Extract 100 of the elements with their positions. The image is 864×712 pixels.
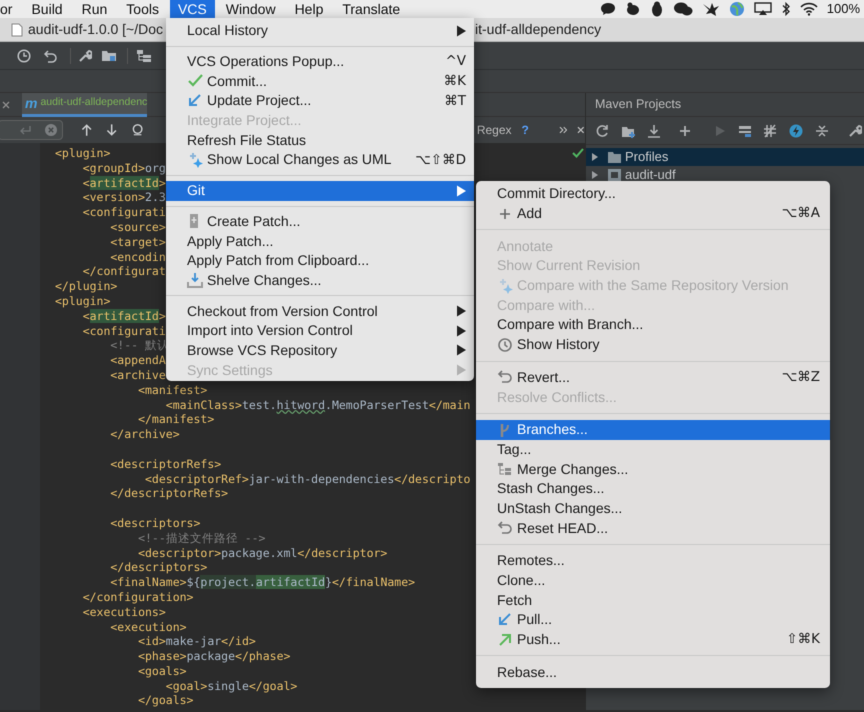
sparkle-icon — [497, 278, 513, 294]
code-line: <configurati — [82, 324, 166, 338]
expand-arrow-icon[interactable] — [591, 171, 599, 179]
menu-item[interactable]: Browse VCS Repository — [166, 340, 474, 360]
tray-download-icon — [187, 272, 203, 288]
undo-icon — [497, 369, 513, 386]
menu-bar-item[interactable]: Tools — [118, 0, 167, 18]
expand-arrow-icon[interactable] — [591, 153, 599, 161]
globe-icon — [728, 1, 745, 17]
menu-bar-item[interactable]: Window — [218, 0, 284, 18]
menu-bar-item[interactable]: VCS — [170, 0, 215, 18]
menu-item[interactable]: Revert... ⌥⌘Z — [476, 368, 830, 388]
code-line: <target> — [109, 234, 166, 250]
menu-item[interactable]: Show Local Changes as UML ⌥⇧⌘D — [166, 150, 474, 170]
menu-item[interactable]: Add ⌥⌘A — [476, 204, 830, 224]
menu-item[interactable]: Tag... — [476, 440, 830, 460]
download-icon[interactable] — [647, 124, 661, 138]
menu-item[interactable]: Create Patch... — [166, 212, 474, 232]
wrench-icon[interactable] — [78, 48, 92, 62]
menu-item[interactable]: Merge Changes... — [476, 459, 830, 479]
check-icon — [187, 73, 203, 90]
tree-item[interactable]: audit-udf — [586, 166, 864, 184]
menu-item[interactable]: Apply Patch... — [166, 231, 474, 251]
hierarchy-icon[interactable] — [136, 48, 152, 62]
submenu-arrow-icon — [456, 344, 466, 356]
search-field[interactable] — [0, 120, 63, 140]
code-line: <manifest> — [137, 382, 208, 398]
code-line: <mainClass>test.hitword.MemoParserTest</main — [164, 398, 470, 412]
menu-item[interactable]: Clone... — [476, 570, 830, 590]
plus-icon[interactable] — [678, 124, 692, 138]
sparkle-icon — [187, 152, 203, 168]
list-icon[interactable] — [738, 124, 752, 138]
menu-item[interactable]: Git — [166, 180, 474, 200]
file-icon — [11, 22, 23, 36]
airplay-icon — [754, 2, 772, 16]
lightning-circle-icon[interactable] — [789, 124, 803, 138]
code-line: <finalName>${project.artifactId}</finalName> — [109, 575, 416, 590]
menu-item[interactable]: Shelve Changes... — [166, 270, 474, 290]
menu-item[interactable]: Branches... — [476, 420, 830, 440]
menu-item[interactable]: Local History — [166, 21, 474, 41]
menu-bar-item[interactable]: Translate — [334, 0, 408, 18]
submenu-arrow-icon — [456, 184, 466, 197]
code-line: <id>make-jar</id> — [137, 634, 256, 650]
wrench-icon[interactable] — [848, 124, 862, 138]
undo-icon[interactable] — [44, 48, 58, 62]
code-line: <goal>single</goal> — [164, 678, 298, 694]
refresh-icon[interactable] — [595, 124, 609, 138]
submenu-arrow-icon — [456, 305, 466, 318]
menu-item[interactable]: Remotes... — [476, 551, 830, 571]
arrow-up-icon[interactable] — [80, 123, 92, 137]
menu-item[interactable]: Refresh File Status — [166, 130, 474, 150]
regex-option[interactable]: Regex — [476, 121, 512, 139]
menu-item[interactable]: Fetch — [476, 590, 830, 610]
menu-item[interactable]: Compare with Branch... — [476, 315, 830, 335]
menu-item[interactable]: Reset HEAD... — [476, 518, 830, 538]
menu-bar-item[interactable]: Help — [286, 0, 332, 18]
close-icon[interactable] — [2, 100, 10, 108]
collapse-icon[interactable] — [815, 124, 829, 138]
menu-item[interactable]: Commit Directory... — [476, 184, 830, 204]
menu-item[interactable]: UnStash Changes... — [476, 498, 830, 518]
menu-item[interactable]: Checkout from Version Control — [166, 301, 474, 321]
menu-item[interactable]: Import into Version Control — [166, 320, 474, 341]
filter-icon[interactable] — [130, 123, 144, 137]
code-line: <artifactId> — [82, 176, 166, 190]
window-title: it-udf-alldependency — [475, 20, 602, 39]
submenu-arrow-icon — [456, 364, 466, 376]
code-line: <descriptorRef>jar-with-dependencies</descripto — [144, 472, 470, 486]
menu-item[interactable]: Pull... — [476, 610, 830, 630]
arrow-down-left-icon — [187, 92, 203, 109]
code-line: <archive — [109, 368, 166, 383]
speech-bubble-icon — [600, 2, 616, 16]
folder-icon[interactable] — [101, 49, 117, 62]
menu-item[interactable]: Rebase... — [476, 662, 830, 682]
menu-item[interactable]: Stash Changes... — [476, 478, 830, 499]
code-line: </manifest> — [137, 412, 214, 428]
menu-item[interactable]: Push... ⇧⌘K — [476, 630, 830, 650]
menu-item[interactable]: Apply Patch from Clipboard... — [166, 250, 474, 271]
undo-icon — [497, 520, 513, 536]
submenu-arrow-icon — [456, 324, 466, 337]
tree-item[interactable]: Profiles — [586, 148, 864, 166]
arrow-down-left-icon — [497, 612, 513, 628]
code-line: </descriptorRefs> — [109, 486, 228, 502]
code-line: <plugin> — [55, 294, 110, 309]
menu-bar-item[interactable]: Run — [74, 0, 116, 18]
slash-icon[interactable] — [763, 124, 777, 138]
module-icon — [607, 168, 622, 182]
help-link[interactable]: ? — [522, 121, 529, 139]
chevrons-icon[interactable] — [558, 126, 568, 134]
bluetooth-icon — [780, 1, 791, 17]
clock-icon[interactable] — [17, 48, 31, 62]
code-line: <encodin — [109, 250, 166, 264]
menu-bar-item[interactable]: Build — [23, 0, 71, 18]
menu-item[interactable]: Update Project... ⌘T — [166, 91, 474, 111]
arrow-down-icon[interactable] — [106, 123, 118, 137]
window-title: audit-udf-1.0.0 [~/Doc — [28, 20, 164, 39]
menu-bar-item[interactable]: or — [0, 0, 20, 18]
return-icon — [18, 125, 31, 135]
code-line: <goals> — [137, 664, 187, 679]
menu-item[interactable]: Show History — [476, 334, 830, 354]
close-icon[interactable] — [577, 126, 585, 134]
